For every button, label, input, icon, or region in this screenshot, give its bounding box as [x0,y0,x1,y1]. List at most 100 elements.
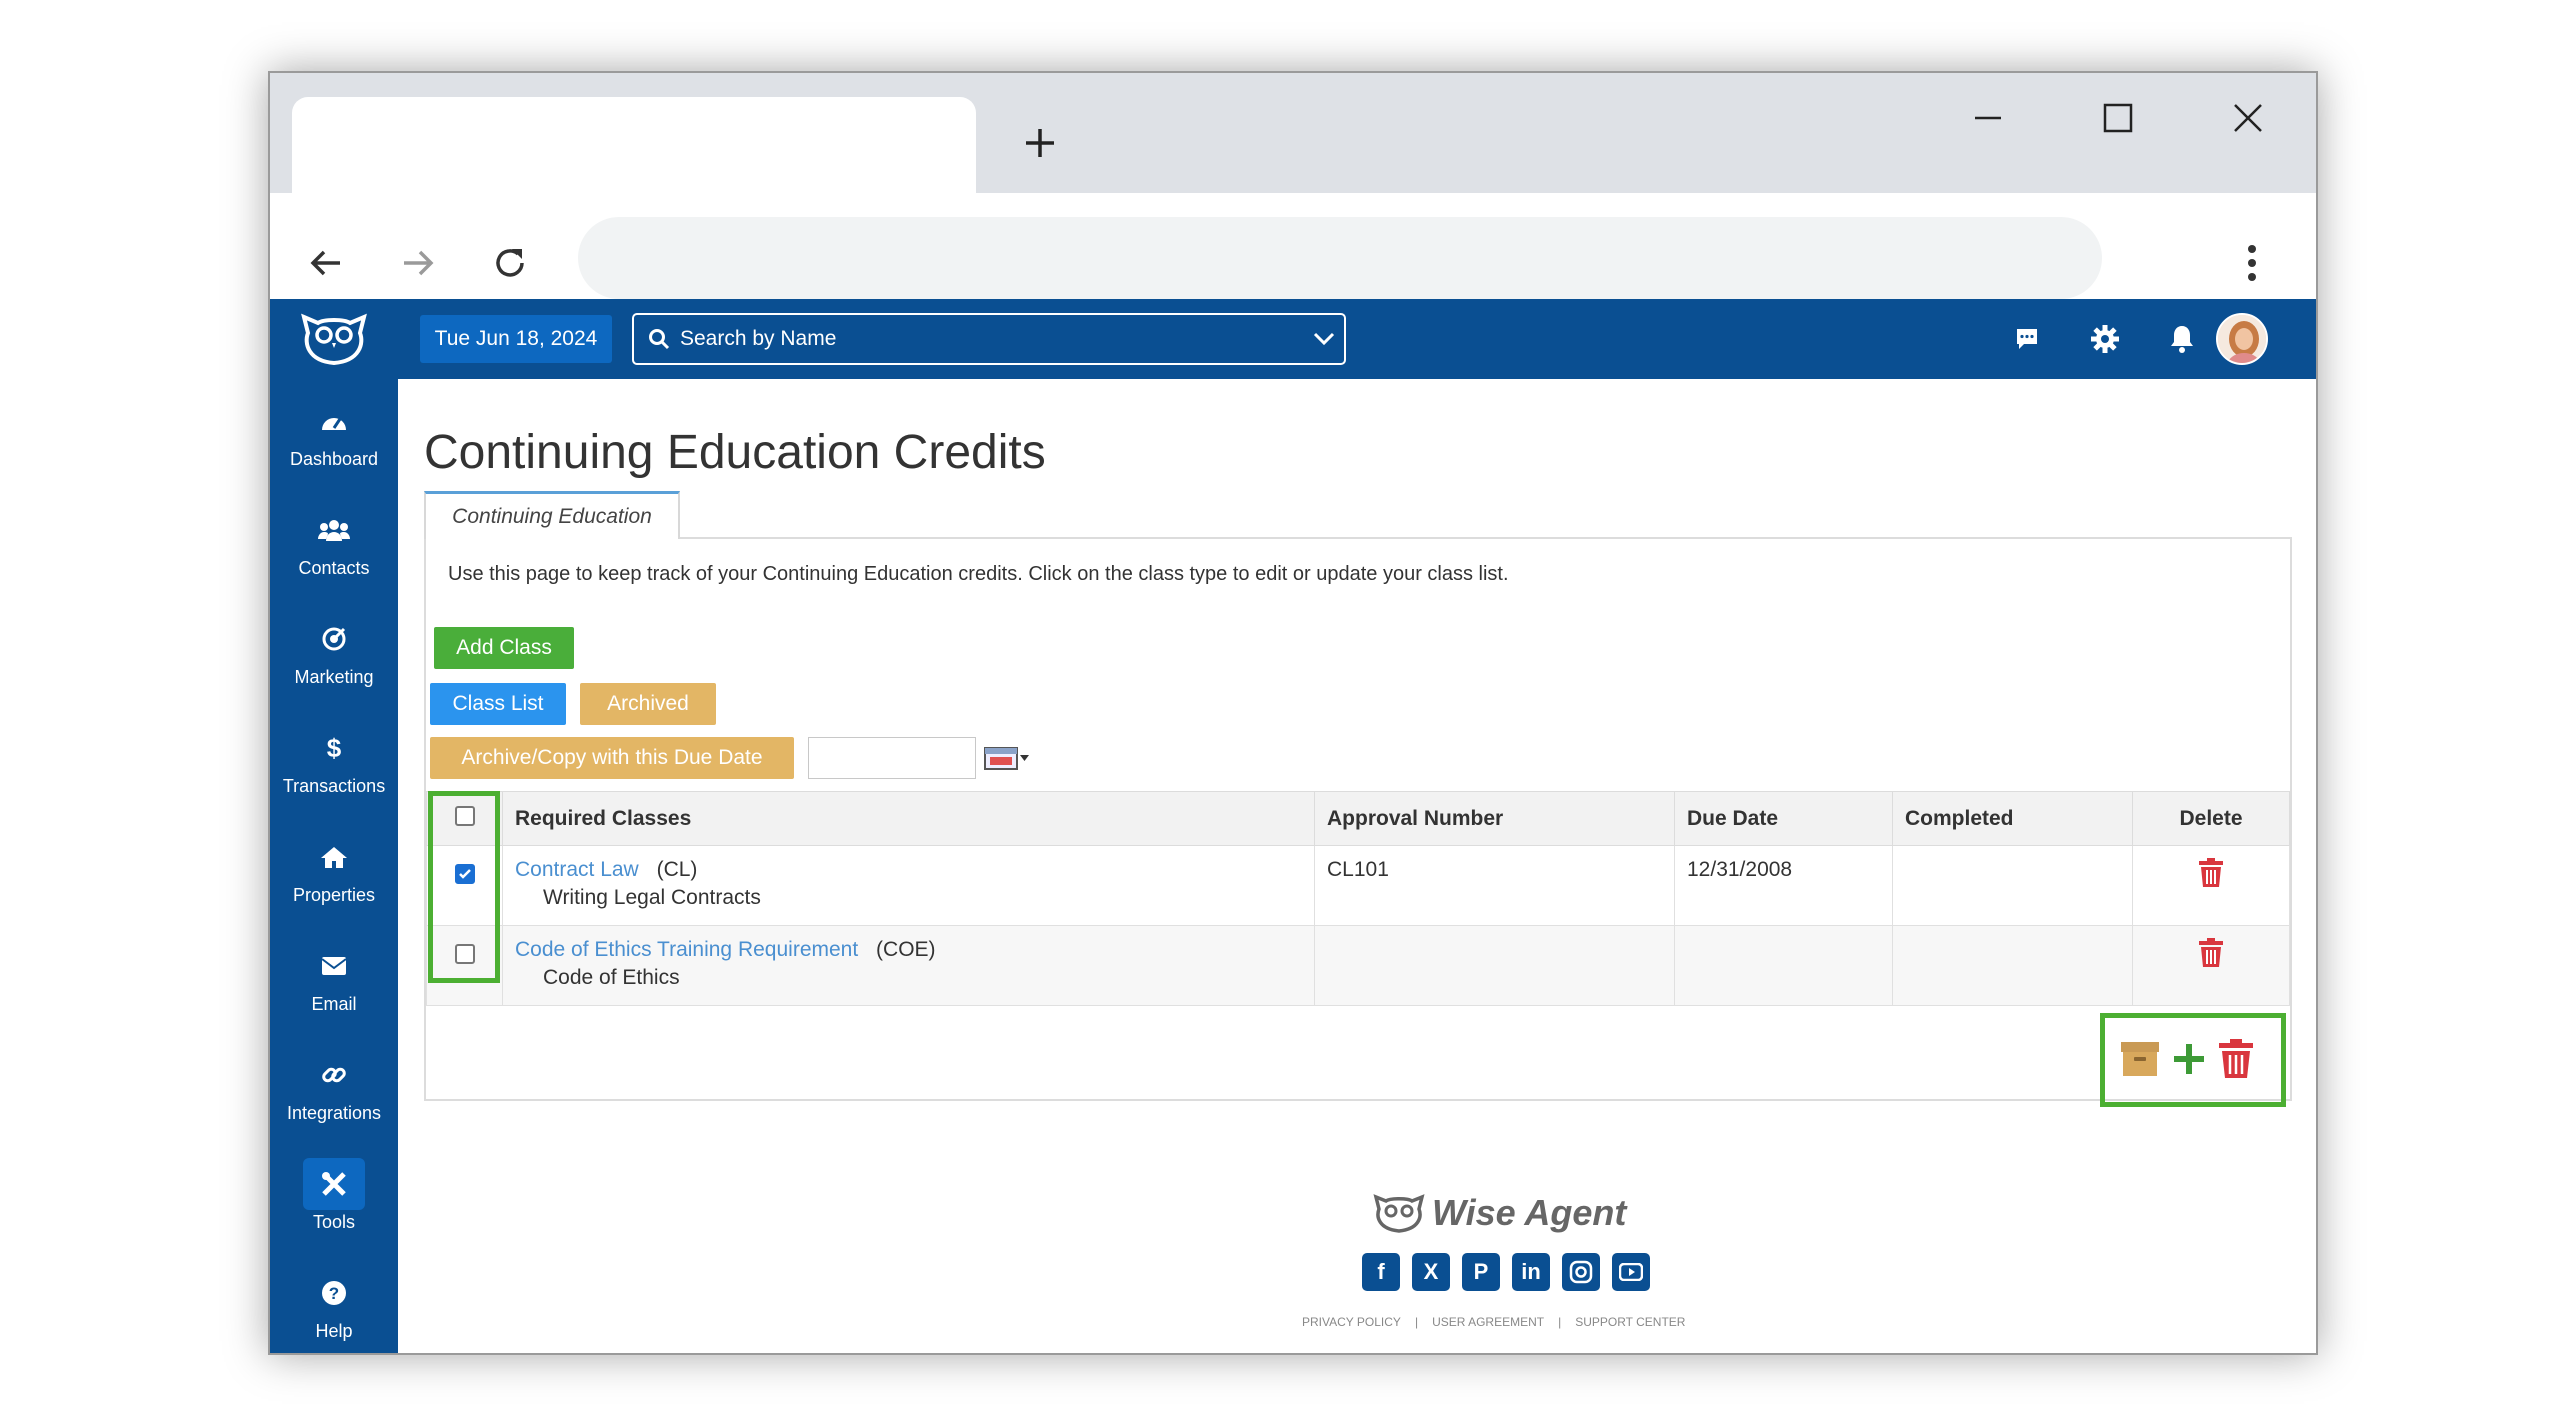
approval-cell [1314,925,1675,1006]
class-subtitle: Writing Legal Contracts [543,886,761,909]
search-input[interactable]: Search by Name [632,313,1346,365]
back-arrow-icon[interactable] [296,233,356,293]
sidebar-item-label: Integrations [286,1103,382,1123]
chevron-down-icon[interactable] [1304,332,1344,346]
bell-icon[interactable] [2160,317,2204,361]
people-icon [314,510,354,550]
trash-icon[interactable] [2198,938,2224,974]
sidebar-item-label: Help [315,1321,353,1341]
classes-table: Required Classes Approval Number Due Dat… [426,791,2290,1006]
completed-cell [1892,925,2133,1006]
owl-logo-icon [1373,1194,1425,1233]
sidebar-item-label: Marketing [294,667,374,687]
sidebar-item-label: Transactions [282,776,386,796]
bulk-actions [2120,1039,2254,1084]
social-links: f X P in [1362,1253,1650,1291]
class-link[interactable]: Code of Ethics Training Requirement [515,938,858,961]
bulk-trash-icon[interactable] [2218,1039,2254,1084]
column-header[interactable]: Completed [1892,791,2133,846]
content-panel: Use this page to keep track of your Cont… [424,537,2292,1107]
sidebar-item-label: Properties [292,885,376,905]
sidebar-item-label: Contacts [298,558,370,578]
search-placeholder: Search by Name [680,327,837,350]
sidebar-item-label: Tools [312,1212,356,1232]
gear-icon[interactable] [2083,317,2127,361]
support-center-link[interactable]: SUPPORT CENTER [1575,1315,1685,1329]
column-header[interactable]: Due Date [1674,791,1893,846]
user-agreement-link[interactable]: USER AGREEMENT [1432,1315,1544,1329]
date-button[interactable]: Tue Jun 18, 2024 [420,315,612,363]
svg-text:?: ? [329,1284,339,1303]
linkedin-icon[interactable]: in [1512,1253,1550,1291]
address-bar[interactable] [578,217,2102,299]
sidebar-item-label: Email [311,994,357,1014]
add-class-button[interactable]: Add Class [434,627,574,669]
chat-icon[interactable] [2005,317,2049,361]
page-description: Use this page to keep track of your Cont… [448,563,1509,585]
dollar-icon: $ [326,732,342,763]
sidebar-item-tools[interactable]: Tools [270,1158,398,1264]
footer-separator: | [1558,1315,1562,1329]
archived-button[interactable]: Archived [580,683,716,725]
due-date-input[interactable] [808,737,976,779]
facebook-icon[interactable]: f [1362,1253,1400,1291]
trash-icon[interactable] [2198,858,2224,894]
envelope-icon [314,946,354,986]
browser-tab[interactable] [292,97,976,193]
owl-logo-icon[interactable] [298,309,370,369]
minimize-icon[interactable] [1958,93,2018,143]
target-icon [314,619,354,659]
forward-arrow-icon[interactable] [388,233,448,293]
sidebar-item-contacts[interactable]: Contacts [270,510,398,610]
class-code: (CL) [656,858,698,881]
sidebar: Dashboard Contacts Marketing $ Transacti… [270,299,398,1353]
table-row: Code of Ethics Training Requirement (COE… [426,925,2290,1006]
class-cell: Contract Law (CL) Writing Legal Contract… [502,845,1315,926]
sidebar-item-email[interactable]: Email [270,946,398,1046]
class-cell: Code of Ethics Training Requirement (COE… [502,925,1315,1006]
footer-separator: | [1414,1315,1419,1329]
class-code: (COE) [876,938,936,961]
tools-icon [303,1158,365,1210]
youtube-icon[interactable] [1612,1253,1650,1291]
page-title: Continuing Education Credits [424,426,1046,479]
sidebar-item-transactions[interactable]: $ Transactions [270,728,398,828]
column-header[interactable]: Approval Number [1314,791,1675,846]
plus-icon[interactable] [2170,1040,2208,1083]
sidebar-item-integrations[interactable]: Integrations [270,1055,398,1155]
x-twitter-icon[interactable]: X [1412,1253,1450,1291]
sidebar-item-label: Dashboard [289,449,379,469]
archive-copy-button[interactable]: Archive/Copy with this Due Date [430,737,794,779]
pinterest-icon[interactable]: P [1462,1253,1500,1291]
sidebar-item-properties[interactable]: Properties [270,837,398,937]
app-topbar: Tue Jun 18, 2024 Search by Name [270,299,2316,379]
help-icon: ? [314,1273,354,1313]
new-tab-icon[interactable] [1010,113,1070,173]
class-list-button[interactable]: Class List [430,683,566,725]
tab-continuing-education[interactable]: Continuing Education [424,491,680,539]
sidebar-item-help[interactable]: ? Help [270,1273,398,1353]
class-link[interactable]: Contract Law [515,858,639,881]
footer-logo: Wise Agent [1372,1191,1632,1235]
tab-strip [270,73,2316,193]
search-icon [649,329,670,350]
privacy-policy-link[interactable]: PRIVACY POLICY [1302,1315,1401,1329]
class-subtitle: Code of Ethics [543,966,680,989]
due-date-cell [1674,925,1893,1006]
column-header[interactable]: Required Classes [502,791,1315,846]
column-header: Delete [2132,791,2290,846]
app: Tue Jun 18, 2024 Search by Name Dashboar… [270,299,2316,1353]
instagram-icon[interactable] [1562,1253,1600,1291]
checkbox-column-highlight [428,791,500,983]
maximize-icon[interactable] [2088,93,2148,143]
sidebar-item-dashboard[interactable]: Dashboard [270,401,398,501]
close-icon[interactable] [2218,93,2278,143]
avatar[interactable] [2216,313,2268,365]
reload-icon[interactable] [480,233,540,293]
approval-cell: CL101 [1314,845,1675,926]
more-menu-icon[interactable] [2222,233,2282,293]
due-date-cell: 12/31/2008 [1674,845,1893,926]
archive-box-icon[interactable] [2120,1040,2160,1083]
sidebar-item-marketing[interactable]: Marketing [270,619,398,719]
calendar-icon[interactable] [984,745,1030,771]
